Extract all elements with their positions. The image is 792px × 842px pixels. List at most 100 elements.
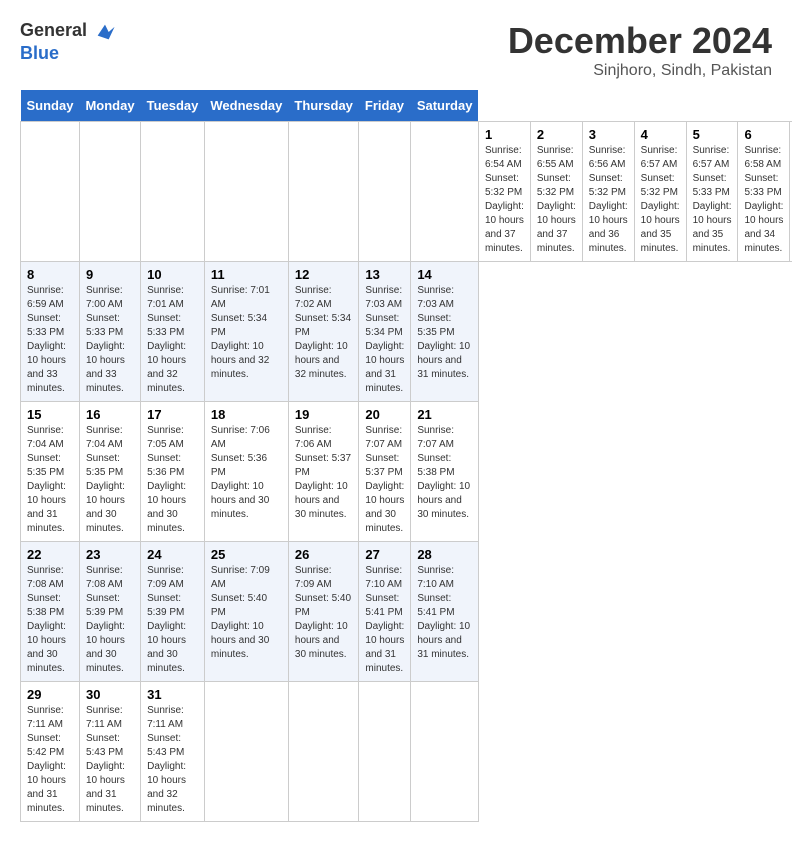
day-number: 22 [27, 547, 73, 562]
day-number: 9 [86, 267, 134, 282]
col-thursday: Thursday [288, 90, 359, 122]
table-row: 12 Sunrise: 7:02 AMSunset: 5:34 PMDayligh… [288, 262, 359, 402]
table-row: 19Sunrise: 7:06 AMSunset: 5:37 PMDayligh… [288, 402, 359, 542]
col-sunday: Sunday [21, 90, 80, 122]
table-row [359, 122, 411, 262]
day-number: 6 [744, 127, 783, 142]
day-info: Sunrise: 7:01 AMSunset: 5:34 PMDaylight:… [211, 284, 282, 382]
logo-general-text: General [20, 20, 87, 40]
header-row: Sunday Monday Tuesday Wednesday Thursday… [21, 90, 792, 122]
day-number: 3 [589, 127, 628, 142]
table-row [359, 682, 411, 822]
day-number: 14 [417, 267, 472, 282]
day-number: 26 [295, 547, 353, 562]
table-row: 15 Sunrise: 7:04 AMSunset: 5:35 PMDayligh… [21, 402, 80, 542]
day-info: Sunrise: 7:10 AMSunset: 5:41 PMDaylight:… [365, 564, 404, 676]
location-title: Sinjhoro, Sindh, Pakistan [508, 62, 772, 80]
day-number: 16 [86, 407, 134, 422]
day-number: 27 [365, 547, 404, 562]
day-number: 30 [86, 687, 134, 702]
day-info: Sunrise: 7:04 AMSunset: 5:35 PMDaylight:… [86, 424, 134, 536]
day-number: 29 [27, 687, 73, 702]
table-row: 2 Sunrise: 6:55 AMSunset: 5:32 PMDaylight… [530, 122, 582, 262]
day-info: Sunrise: 7:06 AMSunset: 5:37 PMDaylight:… [295, 424, 353, 522]
calendar-week-row: 29 Sunrise: 7:11 AMSunset: 5:42 PMDayligh… [21, 682, 792, 822]
day-info: Sunrise: 6:58 AMSunset: 5:33 PMDaylight:… [744, 144, 783, 256]
day-number: 21 [417, 407, 472, 422]
day-info: Sunrise: 7:08 AMSunset: 5:39 PMDaylight:… [86, 564, 134, 676]
table-row: 8 Sunrise: 6:59 AMSunset: 5:33 PMDaylight… [21, 262, 80, 402]
day-number: 1 [485, 127, 524, 142]
day-info: Sunrise: 7:09 AMSunset: 5:40 PMDaylight:… [211, 564, 282, 662]
day-info: Sunrise: 6:57 AMSunset: 5:33 PMDaylight:… [693, 144, 732, 256]
day-number: 10 [147, 267, 198, 282]
col-monday: Monday [79, 90, 140, 122]
table-row: 13 Sunrise: 7:03 AMSunset: 5:34 PMDayligh… [359, 262, 411, 402]
day-info: Sunrise: 7:07 AMSunset: 5:37 PMDaylight:… [365, 424, 404, 536]
day-info: Sunrise: 7:03 AMSunset: 5:34 PMDaylight:… [365, 284, 404, 396]
table-row [411, 682, 479, 822]
col-saturday: Saturday [411, 90, 479, 122]
day-info: Sunrise: 7:00 AMSunset: 5:33 PMDaylight:… [86, 284, 134, 396]
table-row: 14 Sunrise: 7:03 AMSunset: 5:35 PMDayligh… [411, 262, 479, 402]
table-row [411, 122, 479, 262]
day-info: Sunrise: 6:56 AMSunset: 5:32 PMDaylight:… [589, 144, 628, 256]
table-row [204, 122, 288, 262]
day-info: Sunrise: 7:11 AMSunset: 5:42 PMDaylight:… [27, 704, 73, 816]
table-row: 29 Sunrise: 7:11 AMSunset: 5:42 PMDayligh… [21, 682, 80, 822]
day-info: Sunrise: 6:59 AMSunset: 5:33 PMDaylight:… [27, 284, 73, 396]
table-row: 10 Sunrise: 7:01 AMSunset: 5:33 PMDayligh… [141, 262, 205, 402]
table-row: 5Sunrise: 6:57 AMSunset: 5:33 PMDaylight… [686, 122, 738, 262]
day-info: Sunrise: 7:01 AMSunset: 5:33 PMDaylight:… [147, 284, 198, 396]
logo-bird-icon [94, 21, 116, 43]
table-row [288, 122, 359, 262]
day-number: 23 [86, 547, 134, 562]
col-wednesday: Wednesday [204, 90, 288, 122]
table-row: 1 Sunrise: 6:54 AMSunset: 5:32 PMDaylight… [478, 122, 530, 262]
table-row: 16 Sunrise: 7:04 AMSunset: 5:35 PMDayligh… [79, 402, 140, 542]
day-info: Sunrise: 7:07 AMSunset: 5:38 PMDaylight:… [417, 424, 472, 522]
day-number: 4 [641, 127, 680, 142]
table-row: 3 Sunrise: 6:56 AMSunset: 5:32 PMDaylight… [582, 122, 634, 262]
day-info: Sunrise: 7:06 AMSunset: 5:36 PMDaylight:… [211, 424, 282, 522]
day-number: 11 [211, 267, 282, 282]
title-area: December 2024 Sinjhoro, Sindh, Pakistan [508, 20, 772, 80]
table-row: 4 Sunrise: 6:57 AMSunset: 5:32 PMDaylight… [634, 122, 686, 262]
table-row [204, 682, 288, 822]
table-row: 21 Sunrise: 7:07 AMSunset: 5:38 PMDayligh… [411, 402, 479, 542]
day-info: Sunrise: 7:10 AMSunset: 5:41 PMDaylight:… [417, 564, 472, 662]
table-row [141, 122, 205, 262]
day-info: Sunrise: 7:09 AMSunset: 5:39 PMDaylight:… [147, 564, 198, 676]
day-info: Sunrise: 6:54 AMSunset: 5:32 PMDaylight:… [485, 144, 524, 256]
day-info: Sunrise: 6:57 AMSunset: 5:32 PMDaylight:… [641, 144, 680, 256]
calendar-week-row: 15 Sunrise: 7:04 AMSunset: 5:35 PMDayligh… [21, 402, 792, 542]
day-info: Sunrise: 7:03 AMSunset: 5:35 PMDaylight:… [417, 284, 472, 382]
day-info: Sunrise: 7:11 AMSunset: 5:43 PMDaylight:… [86, 704, 134, 816]
day-number: 17 [147, 407, 198, 422]
col-friday: Friday [359, 90, 411, 122]
table-row: 31Sunrise: 7:11 AMSunset: 5:43 PMDayligh… [141, 682, 205, 822]
day-number: 31 [147, 687, 198, 702]
day-number: 12 [295, 267, 353, 282]
calendar-week-row: 8 Sunrise: 6:59 AMSunset: 5:33 PMDaylight… [21, 262, 792, 402]
day-number: 13 [365, 267, 404, 282]
day-info: Sunrise: 7:09 AMSunset: 5:40 PMDaylight:… [295, 564, 353, 662]
day-number: 15 [27, 407, 73, 422]
day-info: Sunrise: 7:08 AMSunset: 5:38 PMDaylight:… [27, 564, 73, 676]
day-number: 18 [211, 407, 282, 422]
table-row: 9 Sunrise: 7:00 AMSunset: 5:33 PMDaylight… [79, 262, 140, 402]
header: General Blue December 2024 Sinjhoro, Sin… [20, 20, 772, 80]
table-row: 11 Sunrise: 7:01 AMSunset: 5:34 PMDayligh… [204, 262, 288, 402]
table-row [21, 122, 80, 262]
logo: General Blue [20, 20, 116, 64]
day-info: Sunrise: 7:04 AMSunset: 5:35 PMDaylight:… [27, 424, 73, 536]
table-row: 30 Sunrise: 7:11 AMSunset: 5:43 PMDayligh… [79, 682, 140, 822]
day-number: 25 [211, 547, 282, 562]
day-number: 2 [537, 127, 576, 142]
calendar-table: Sunday Monday Tuesday Wednesday Thursday… [20, 90, 792, 822]
table-row [288, 682, 359, 822]
day-info: Sunrise: 7:02 AMSunset: 5:34 PMDaylight:… [295, 284, 353, 382]
day-info: Sunrise: 6:55 AMSunset: 5:32 PMDaylight:… [537, 144, 576, 256]
day-number: 8 [27, 267, 73, 282]
logo-blue-text: Blue [20, 43, 116, 64]
